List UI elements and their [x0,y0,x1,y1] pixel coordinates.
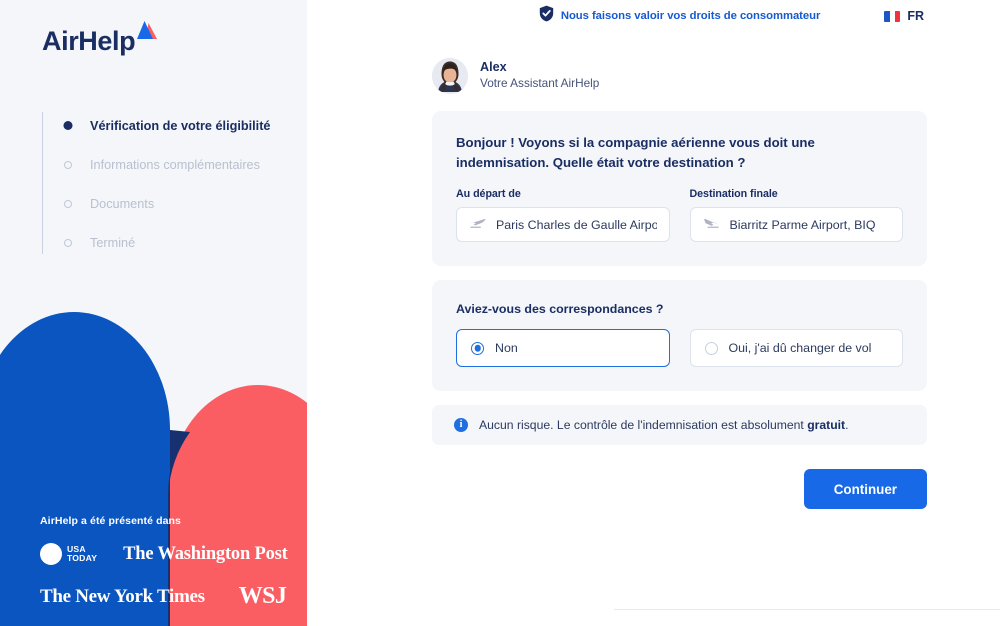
language-code: FR [907,9,924,23]
plane-arrival-icon [703,216,720,234]
trust-badge[interactable]: Nous faisons valoir vos droits de consom… [539,5,820,27]
step-dot-icon [64,160,72,169]
press-mentions: AirHelp a été présenté dans USA TODAY Th… [40,515,300,610]
banner-text-before: Aucun risque. Le contrôle de l'indemnisa… [479,418,808,433]
sidebar-step-label: Vérification de votre éligibilité [90,118,271,133]
continue-button[interactable]: Continuer [803,469,927,510]
info-icon: i [454,418,468,433]
departure-label: Au départ de [456,188,521,201]
connections-option-label: Oui, j'ai dû changer de vol [728,341,872,356]
step-dot-icon [64,238,72,247]
banner-text-after: . [845,418,849,433]
sidebar-step-label: Documents [90,196,155,211]
the-washington-post-logo: The Washington Post [123,543,288,564]
sidebar-step-documents[interactable]: Documents [42,184,272,223]
radio-selected-icon [471,341,484,355]
sidebar-step-termine[interactable]: Terminé [42,223,272,262]
language-switcher[interactable]: FR [884,9,924,23]
assistant-header: Alex Votre Assistant AirHelp [432,58,927,94]
connections-option-yes[interactable]: Oui, j'ai dû changer de vol [689,329,903,368]
brand-logo[interactable]: AirHelp [42,21,158,56]
assistant-info: Alex Votre Assistant AirHelp [480,60,599,92]
sidebar-step-label: Informations complémentaires [90,157,260,172]
arrival-field-group: Destination finale Biarritz Parme Airpor… [689,188,903,243]
usa-today-logo: USA TODAY [40,543,97,565]
connections-card: Aviez-vous des correspondances ? Non Oui… [432,280,927,392]
usa-today-circle-icon [40,543,62,565]
arrival-value: Biarritz Parme Airport, BIQ [729,217,876,232]
topbar: Nous faisons valoir vos droits de consom… [307,0,1000,32]
sidebar-step-label: Terminé [90,235,136,250]
step-dot-icon [63,121,73,130]
no-risk-banner-text: Aucun risque. Le contrôle de l'indemnisa… [479,418,849,432]
plane-departure-icon [469,216,486,234]
arrival-input[interactable]: Biarritz Parme Airport, BIQ [689,207,903,243]
arrival-label: Destination finale [689,188,778,201]
connections-options: Non Oui, j'ai dû changer de vol [456,329,903,368]
avatar [432,58,468,94]
banner-text-bold: gratuit [807,418,846,433]
wsj-logo: WSJ [238,583,287,609]
shield-check-icon [539,5,554,27]
radio-unselected-icon [704,341,718,355]
destination-card: Bonjour ! Voyons si la compagnie aérienn… [432,111,927,267]
sidebar-step-informations[interactable]: Informations complémentaires [42,145,272,184]
departure-value: Paris Charles de Gaulle Airport, C… [496,217,657,232]
progress-steps: Vérification de votre éligibilité Inform… [42,106,272,262]
press-mentions-title: AirHelp a été présenté dans [40,515,181,527]
connections-option-no[interactable]: Non [456,329,670,368]
press-logo-row: The New York Times WSJ [40,583,300,610]
trust-badge-text: Nous faisons valoir vos droits de consom… [560,10,821,22]
departure-input[interactable]: Paris Charles de Gaulle Airport, C… [456,207,670,243]
main-content: Nous faisons valoir vos droits de consom… [307,0,1000,626]
connections-option-label: Non [495,341,518,356]
form-content: Alex Votre Assistant AirHelp Bonjour ! V… [432,58,927,510]
footer-divider [614,609,1000,610]
no-risk-banner: i Aucun risque. Le contrôle de l'indemni… [432,405,927,446]
usa-today-line2: TODAY [67,553,98,563]
assistant-name: Alex [480,60,507,75]
step-dot-icon [64,199,72,208]
usa-today-logo-text: USA TODAY [67,545,97,563]
brand-logo-text: AirHelp [42,26,136,56]
airhelp-triangle-logo-icon [136,19,158,43]
page-root: AirHelp Vérification de votre éligibilit… [0,0,1000,626]
assistant-role: Votre Assistant AirHelp [480,75,600,90]
press-logo-row: USA TODAY The Washington Post [40,543,300,565]
flag-france-icon [884,10,901,22]
sidebar-step-verification[interactable]: Vérification de votre éligibilité [42,106,272,145]
form-actions: Continuer [432,469,927,510]
departure-field-group: Au départ de Paris Charles de Gaulle Air… [456,188,670,243]
connections-question: Aviez-vous des correspondances ? [456,302,664,317]
airport-fields: Au départ de Paris Charles de Gaulle Air… [456,188,903,243]
the-new-york-times-logo: The New York Times [40,585,205,607]
sidebar: AirHelp Vérification de votre éligibilit… [0,0,307,626]
destination-question: Bonjour ! Voyons si la compagnie aérienn… [456,135,815,170]
